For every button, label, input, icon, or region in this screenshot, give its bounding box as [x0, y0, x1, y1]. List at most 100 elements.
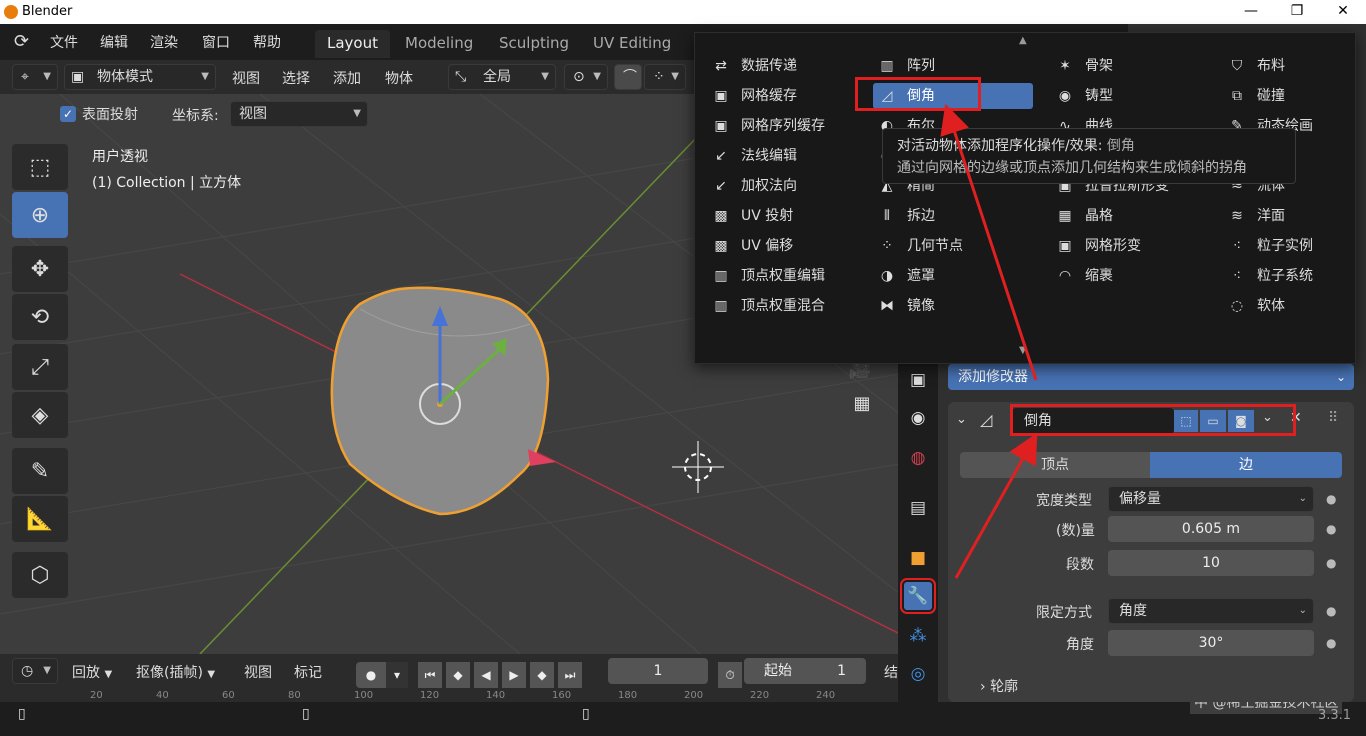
menu-help[interactable]: 帮助: [253, 32, 281, 52]
menu-window[interactable]: 窗口: [202, 32, 230, 52]
keyframe-dot-icon[interactable]: ●: [1326, 492, 1336, 506]
jump-end-button[interactable]: ⏭: [558, 662, 582, 688]
annotate-tool[interactable]: ✎: [12, 448, 68, 494]
rotate-tool[interactable]: ⟲: [12, 294, 68, 340]
keying-menu[interactable]: 抠像(插帧) ▼: [136, 662, 215, 682]
move-tool[interactable]: ✥: [12, 246, 68, 292]
affect-vertices-button[interactable]: 顶点: [960, 452, 1150, 478]
play-reverse-button[interactable]: ◀: [474, 662, 498, 688]
menu-edit[interactable]: 编辑: [100, 32, 128, 52]
profile-subpanel-header[interactable]: › 轮廓: [980, 676, 1018, 696]
drag-handle-icon[interactable]: ⠿: [1328, 410, 1338, 426]
modifier-menu-item[interactable]: ↙ 加权法向: [707, 173, 857, 199]
tab-modifiers[interactable]: 🔧: [900, 578, 936, 614]
tab-sculpting[interactable]: Sculpting: [487, 30, 581, 58]
tab-world[interactable]: ◍: [904, 444, 932, 472]
menu-object[interactable]: 物体: [385, 68, 413, 88]
next-keyframe-button[interactable]: ◆: [530, 662, 554, 688]
tab-physics[interactable]: ◎: [904, 660, 932, 688]
pivot-dropdown[interactable]: ⊙ ▼: [564, 64, 608, 90]
segments-field[interactable]: 10: [1108, 550, 1314, 576]
stopwatch-button[interactable]: ⏱: [718, 662, 742, 688]
modifier-menu-item[interactable]: ◠ 缩裹: [1051, 263, 1201, 289]
affect-edges-button[interactable]: 边: [1150, 452, 1342, 478]
menu-select[interactable]: 选择: [282, 68, 310, 88]
modifier-menu-item[interactable]: ◌ 软体: [1223, 293, 1366, 319]
close-button[interactable]: ✕: [1320, 0, 1366, 24]
modifier-menu-item[interactable]: ⁖ 粒子实例: [1223, 233, 1366, 259]
snap-target-dropdown[interactable]: ⁘ ▼: [644, 64, 686, 90]
modifier-menu-item[interactable]: ⁘ 几何节点: [873, 233, 1033, 259]
jump-start-button[interactable]: ⏮: [418, 662, 442, 688]
modifier-menu-item[interactable]: ⧉ 碰撞: [1223, 83, 1366, 109]
start-frame-field[interactable]: 起始 1: [744, 658, 866, 684]
transform-orientation-dropdown[interactable]: ⤡ 全局 ▼: [448, 64, 556, 90]
coord-system-dropdown[interactable]: 视图 ▼: [230, 101, 368, 127]
surface-project-checkbox[interactable]: ✓ 表面投射: [60, 104, 138, 124]
play-button[interactable]: ▶: [502, 662, 526, 688]
tab-layout[interactable]: Layout: [315, 30, 390, 58]
modifier-menu-item[interactable]: ⫴ 拆边: [873, 203, 1033, 229]
modifier-menu-item[interactable]: ▥ 阵列: [873, 53, 1033, 79]
limit-method-dropdown[interactable]: 角度 ⌄: [1108, 598, 1314, 624]
transform-tool[interactable]: ◈: [12, 392, 68, 438]
editor-type-dropdown[interactable]: ⌖ ▼: [12, 64, 58, 90]
scroll-down-icon[interactable]: ▼: [1019, 345, 1027, 356]
maximize-button[interactable]: ❐: [1274, 0, 1320, 24]
tab-collection[interactable]: ▤: [904, 494, 932, 522]
modifier-menu-item[interactable]: ✶ 骨架: [1051, 53, 1201, 79]
current-frame-field[interactable]: 1: [608, 658, 708, 684]
select-box-tool[interactable]: ⬚: [12, 144, 68, 190]
playback-menu[interactable]: 回放 ▼: [72, 662, 112, 682]
measure-tool[interactable]: 📐: [12, 496, 68, 542]
modifier-menu-item[interactable]: ⛉ 布料: [1223, 53, 1366, 79]
tab-object[interactable]: ■: [904, 544, 932, 572]
snap-toggle[interactable]: ⌒: [614, 64, 642, 90]
modifier-menu-item[interactable]: ▣ 网格形变: [1051, 233, 1201, 259]
add-modifier-button[interactable]: 添加修改器 ⌄: [948, 364, 1354, 390]
mode-dropdown[interactable]: ▣ 物体模式 ▼: [64, 64, 216, 90]
menu-add[interactable]: 添加: [333, 68, 361, 88]
grid-view-button[interactable]: ▦: [846, 390, 878, 418]
scroll-up-icon[interactable]: ▲: [1019, 35, 1027, 46]
modifier-menu-item[interactable]: ◑ 遮罩: [873, 263, 1033, 289]
modifier-menu-item[interactable]: ⁖ 粒子系统: [1223, 263, 1366, 289]
amount-field[interactable]: 0.605 m: [1108, 516, 1314, 542]
tab-modeling[interactable]: Modeling: [393, 30, 485, 58]
menu-view[interactable]: 视图: [232, 68, 260, 88]
blender-menu-icon[interactable]: ⟳: [14, 31, 29, 52]
angle-field[interactable]: 30°: [1108, 630, 1314, 656]
modifier-menu-item[interactable]: ⇄ 数据传递: [707, 53, 857, 79]
tab-view-layer[interactable]: ◉: [904, 404, 932, 432]
modifier-menu-item[interactable]: ▣ 网格缓存: [707, 83, 857, 109]
modifier-menu-item[interactable]: ⧓ 镜像: [873, 293, 1033, 319]
keyframe-dot-icon[interactable]: ●: [1326, 522, 1336, 536]
timeline-markers-menu[interactable]: 标记: [294, 662, 322, 682]
tab-render-output[interactable]: ▣: [904, 366, 932, 394]
modifier-menu-item[interactable]: ▥ 顶点权重混合: [707, 293, 857, 319]
modifier-menu-item[interactable]: ▥ 顶点权重编辑: [707, 263, 857, 289]
keying-dropdown[interactable]: ▾: [386, 662, 408, 688]
tab-uv-editing[interactable]: UV Editing: [581, 30, 683, 58]
modifier-menu-item[interactable]: ≋ 洋面: [1223, 203, 1366, 229]
keyframe-dot-icon[interactable]: ●: [1326, 556, 1336, 570]
modifier-menu-item[interactable]: ▩ UV 投射: [707, 203, 857, 229]
modifier-menu-item[interactable]: ▣ 网格序列缓存: [707, 113, 857, 139]
modifier-menu-item[interactable]: ▩ UV 偏移: [707, 233, 857, 259]
menu-file[interactable]: 文件: [50, 32, 78, 52]
timeline-editor-type[interactable]: ◷ ▼: [12, 658, 58, 684]
width-type-dropdown[interactable]: 偏移量 ⌄: [1108, 486, 1314, 512]
keyframe-dot-icon[interactable]: ●: [1326, 636, 1336, 650]
menu-render[interactable]: 渲染: [150, 32, 178, 52]
prev-keyframe-button[interactable]: ◆: [446, 662, 470, 688]
add-cube-tool[interactable]: ⬡: [12, 552, 68, 598]
minimize-button[interactable]: —: [1228, 0, 1274, 24]
collapse-chevron-icon[interactable]: ⌄: [956, 412, 967, 427]
cursor-tool[interactable]: ⊕: [12, 192, 68, 238]
modifier-menu-item[interactable]: ▦ 晶格: [1051, 203, 1201, 229]
modifier-menu-item[interactable]: ↙ 法线编辑: [707, 143, 857, 169]
modifier-menu-item[interactable]: ◉ 铸型: [1051, 83, 1201, 109]
scale-tool[interactable]: ⤢: [12, 344, 68, 390]
timeline-view-menu[interactable]: 视图: [244, 662, 272, 682]
keyframe-dot-icon[interactable]: ●: [1326, 604, 1336, 618]
